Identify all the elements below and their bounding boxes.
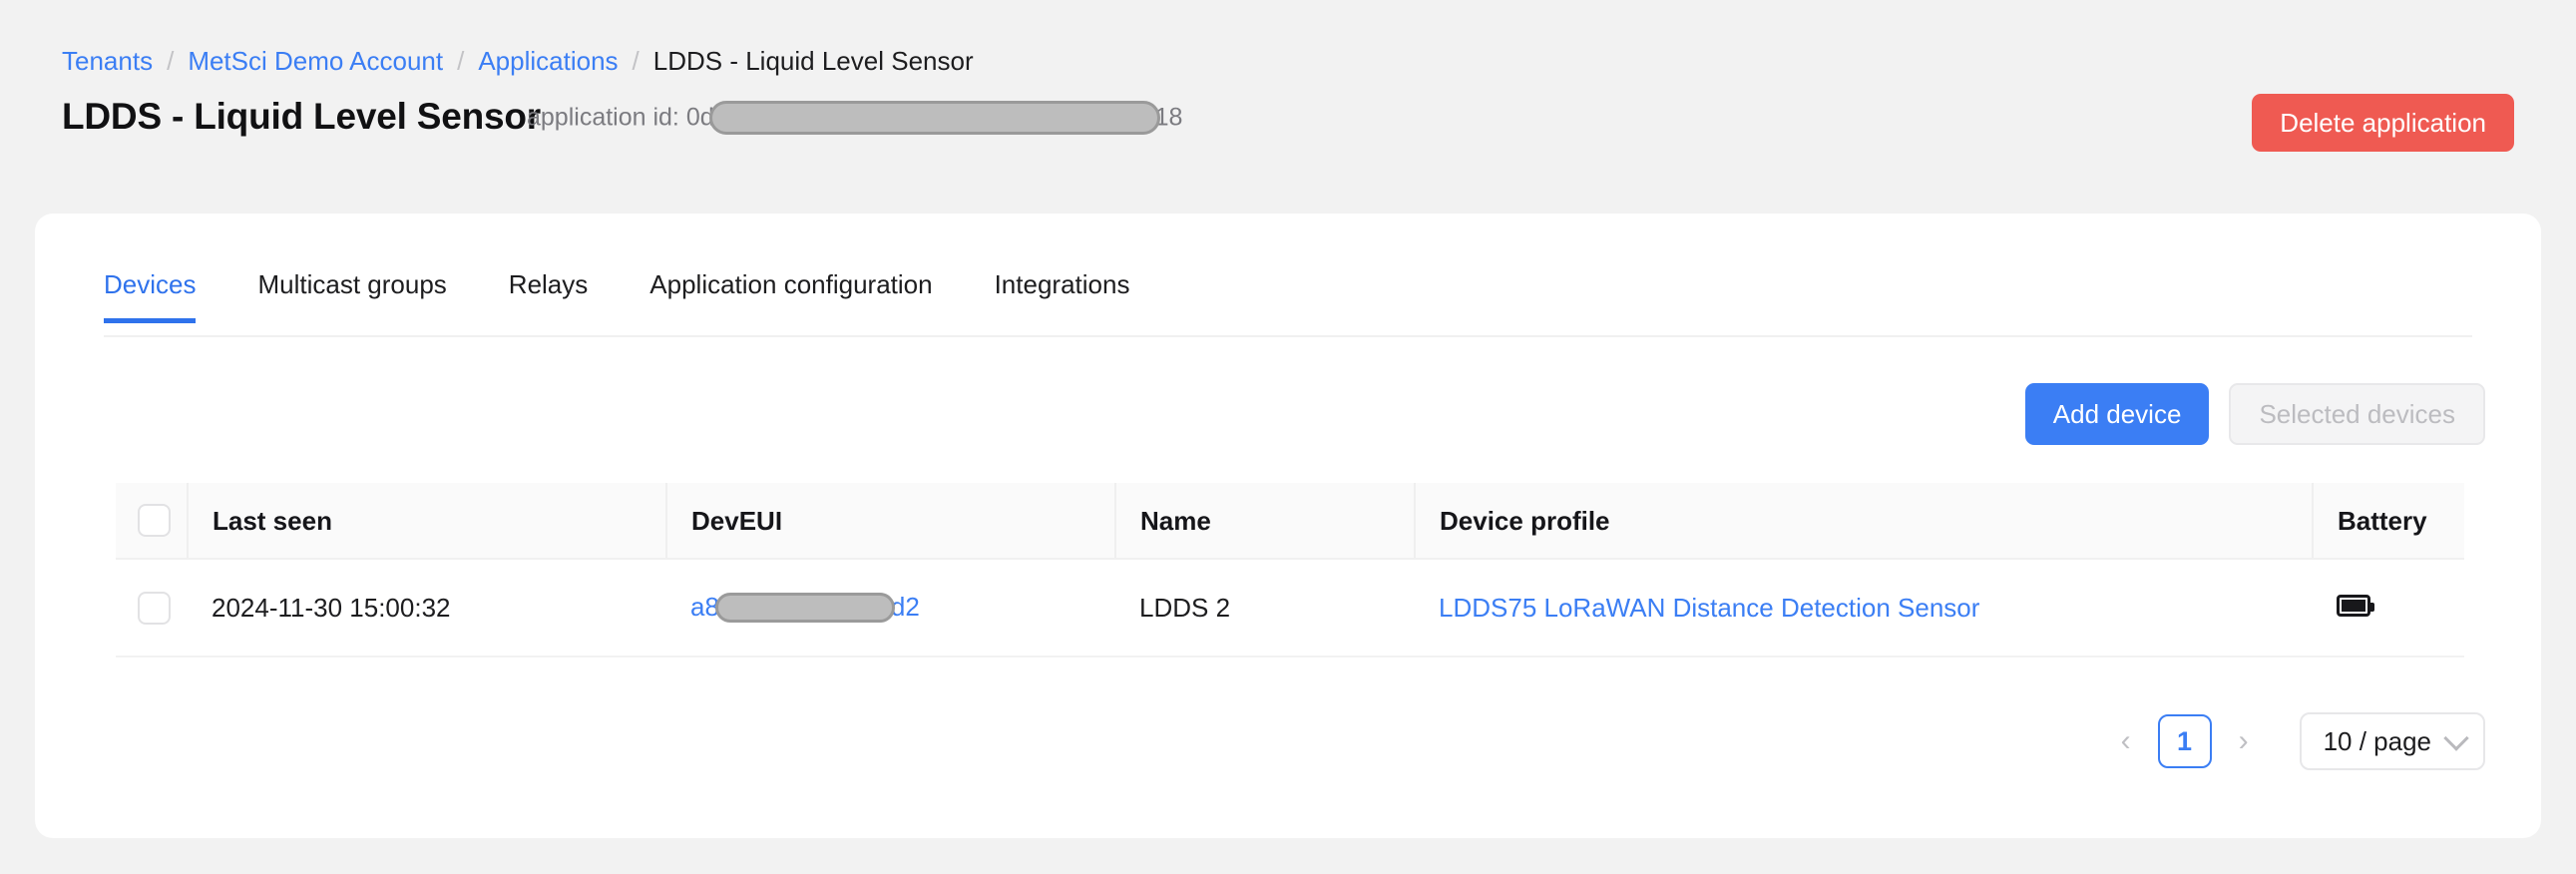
table-header-row: Last seen DevEUI Name Device profile Bat… (116, 483, 2464, 559)
tab-relays[interactable]: Relays (509, 269, 588, 321)
breadcrumb-separator: / (167, 46, 174, 76)
row-select-checkbox[interactable] (138, 592, 171, 625)
pagination-prev-icon[interactable]: ‹ (2104, 715, 2148, 767)
breadcrumb-item-tenant-name[interactable]: MetSci Demo Account (188, 46, 443, 76)
devices-table-body: 2024-11-30 15:00:32 a8d2 LDDS 2 LDDS75 L… (116, 559, 2464, 656)
devices-card: Devices Multicast groups Relays Applicat… (35, 214, 2541, 838)
page-header: LDDS - Liquid Level Sensor application i… (62, 94, 2514, 154)
tab-devices[interactable]: Devices (104, 269, 196, 321)
devices-table-wrapper: Last seen DevEUI Name Device profile Bat… (116, 483, 2464, 657)
pagination-next-icon[interactable]: › (2222, 715, 2266, 767)
page-size-select[interactable]: 10 / page (2300, 712, 2485, 770)
page-size-label: 10 / page (2324, 726, 2431, 757)
breadcrumb-item-tenants[interactable]: Tenants (62, 46, 153, 76)
column-header-battery[interactable]: Battery (2313, 483, 2464, 559)
application-detail-page: Tenants / MetSci Demo Account / Applicat… (0, 0, 2576, 874)
device-profile-link[interactable]: LDDS75 LoRaWAN Distance Detection Sensor (1439, 593, 1979, 623)
table-actions: Add device Selected devices (2025, 383, 2485, 445)
breadcrumb-separator: / (457, 46, 464, 76)
deveui-suffix: d2 (891, 592, 920, 622)
tab-multicast-groups[interactable]: Multicast groups (257, 269, 446, 321)
application-id: application id: 0d18 (527, 102, 1182, 136)
delete-application-button[interactable]: Delete application (2252, 94, 2514, 152)
devices-table-head: Last seen DevEUI Name Device profile Bat… (116, 483, 2464, 559)
table-row[interactable]: 2024-11-30 15:00:32 a8d2 LDDS 2 LDDS75 L… (116, 559, 2464, 656)
pagination-page-1[interactable]: 1 (2158, 714, 2212, 768)
select-all-header (116, 483, 188, 559)
cell-device-profile: LDDS75 LoRaWAN Distance Detection Sensor (1415, 559, 2313, 656)
breadcrumb-separator: / (633, 46, 640, 76)
cell-battery (2313, 559, 2464, 656)
redaction-bar-application-id (709, 101, 1160, 135)
tab-bar: Devices Multicast groups Relays Applicat… (104, 269, 2472, 337)
tab-application-configuration[interactable]: Application configuration (649, 269, 932, 321)
battery-full-icon (2337, 595, 2370, 617)
cell-name: LDDS 2 (1115, 559, 1415, 656)
tab-integrations[interactable]: Integrations (995, 269, 1130, 321)
add-device-button[interactable]: Add device (2025, 383, 2210, 445)
chevron-down-icon (2443, 725, 2468, 750)
breadcrumb-item-current: LDDS - Liquid Level Sensor (653, 46, 974, 76)
page-title: LDDS - Liquid Level Sensor (62, 94, 541, 140)
application-id-prefix: application id: 0d (527, 104, 714, 132)
column-header-name[interactable]: Name (1115, 483, 1415, 559)
column-header-deveui[interactable]: DevEUI (666, 483, 1115, 559)
cell-last-seen: 2024-11-30 15:00:32 (188, 559, 666, 656)
row-select-cell (116, 559, 188, 656)
cell-deveui: a8d2 (666, 559, 1115, 656)
breadcrumb: Tenants / MetSci Demo Account / Applicat… (62, 46, 974, 76)
selected-devices-button: Selected devices (2229, 383, 2485, 445)
redaction-bar-deveui (715, 593, 895, 623)
breadcrumb-item-applications[interactable]: Applications (478, 46, 618, 76)
pagination: ‹ 1 › 10 / page (2104, 712, 2485, 770)
select-all-checkbox[interactable] (138, 504, 171, 537)
deveui-link[interactable]: a8d2 (690, 592, 920, 622)
column-header-device-profile[interactable]: Device profile (1415, 483, 2313, 559)
devices-table: Last seen DevEUI Name Device profile Bat… (116, 483, 2464, 657)
column-header-last-seen[interactable]: Last seen (188, 483, 666, 559)
